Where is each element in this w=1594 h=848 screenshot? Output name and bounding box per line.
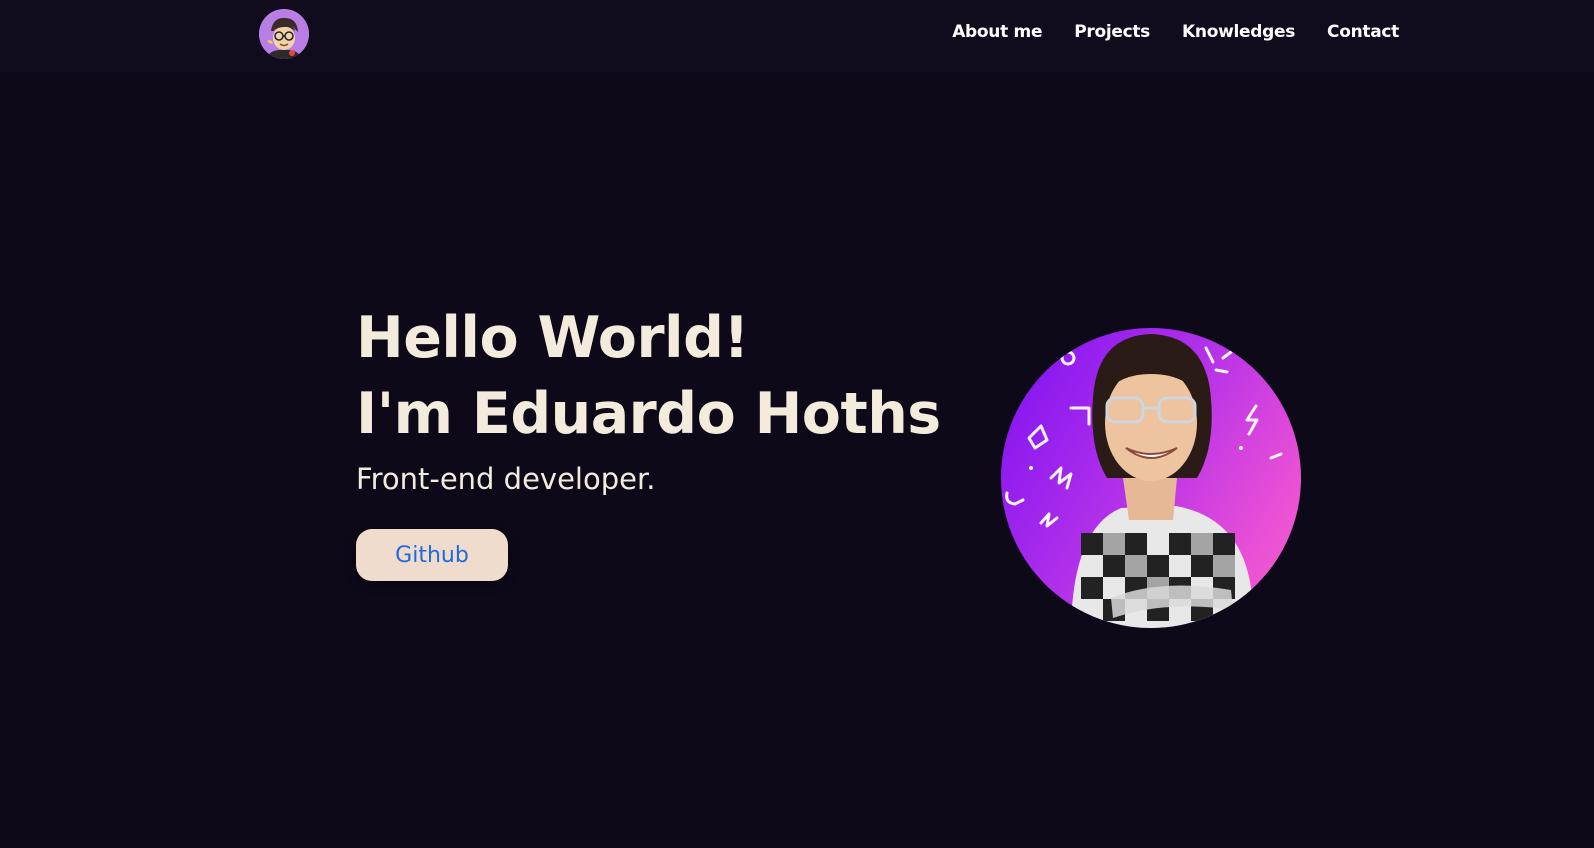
profile-photo <box>1001 328 1301 628</box>
logo-avatar[interactable] <box>259 9 309 59</box>
cartoon-avatar-icon <box>259 9 309 59</box>
nav-link-about-me[interactable]: About me <box>952 22 1042 42</box>
nav-link-contact[interactable]: Contact <box>1327 22 1399 42</box>
hero-title-line-1: Hello World! <box>356 305 749 371</box>
nav-link-knowledges[interactable]: Knowledges <box>1182 22 1295 42</box>
hero-title: Hello World! I'm Eduardo Hoths <box>356 300 956 452</box>
hero-title-line-2: I'm Eduardo Hoths <box>356 381 941 447</box>
nav-links: About me Projects Knowledges Contact <box>952 22 1399 42</box>
github-button[interactable]: Github <box>356 529 508 581</box>
profile-photo-illustration <box>1005 334 1283 628</box>
hero-subtitle: Front-end developer. <box>356 462 656 496</box>
hero-section: Hello World! I'm Eduardo Hoths Front-end… <box>356 300 956 496</box>
nav-link-projects[interactable]: Projects <box>1074 22 1150 42</box>
navbar: About me Projects Knowledges Contact <box>0 0 1594 72</box>
